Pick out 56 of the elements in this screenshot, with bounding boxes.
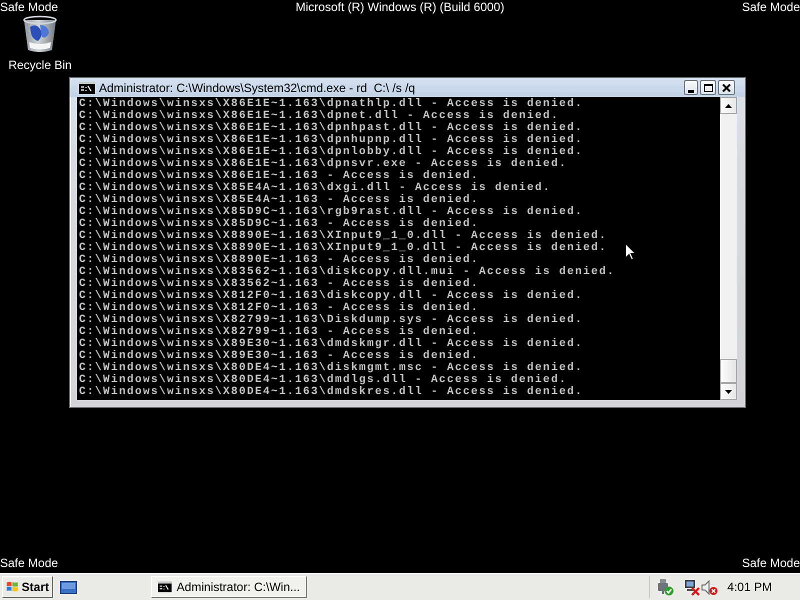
console-line: C:\Windows\winsxs\X86E1E~1.163\dpnlobby.dll - Access is denied.	[78, 146, 584, 158]
mouse-pointer-icon	[625, 243, 636, 261]
console-line: C:\Windows\winsxs\X86E1E~1.163\dpnathlp.dll - Access is denied.	[78, 98, 584, 110]
caret-down-icon	[725, 390, 732, 394]
console-line: C:\Windows\winsxs\X85E4A~1.163 - Access is denied.	[78, 194, 480, 206]
console-line: C:\Windows\winsxs\X8890E~1.163\XInput9_1_0.dll - Access is denied.	[78, 230, 608, 242]
safe-mode-label: Safe Mode	[0, 556, 58, 571]
clock[interactable]: 4:01 PM	[727, 580, 772, 594]
maximize-button[interactable]	[700, 80, 716, 95]
console-line: C:\Windows\winsxs\X86E1E~1.163\dpnhupnp.dll - Access is denied.	[78, 134, 584, 146]
vertical-scrollbar[interactable]	[720, 97, 737, 400]
device-check-icon[interactable]	[656, 578, 674, 596]
console-line: C:\Windows\winsxs\X812F0~1.163\diskcopy.dll - Access is denied.	[78, 290, 584, 302]
console-line: C:\Windows\winsxs\X83562~1.163 - Access is denied.	[78, 278, 480, 290]
console-line: C:\Windows\winsxs\X82799~1.163\Diskdump.sys - Access is denied.	[78, 314, 584, 326]
close-button[interactable]	[718, 80, 735, 95]
recycle-bin-icon[interactable]	[22, 15, 58, 53]
scroll-down-button[interactable]	[720, 383, 737, 400]
console-line: C:\Windows\winsxs\X80DE4~1.163\dmdlgs.dll - Access is denied.	[78, 374, 568, 386]
console-line: C:\Windows\winsxs\X86E1E~1.163\dpnsvr.exe - Access is denied.	[78, 158, 568, 170]
console-line: C:\Windows\winsxs\X83562~1.163\diskcopy.dll.mui - Access is denied.	[78, 266, 616, 278]
speaker-muted-icon[interactable]	[701, 578, 718, 596]
minimize-icon	[688, 90, 694, 92]
title-bar[interactable]: Administrator: C:\Windows\System32\cmd.exe - rd C:\ /s /q	[70, 78, 745, 97]
console-line: C:\Windows\winsxs\X85E4A~1.163\dxgi.dll - Access is denied.	[78, 182, 552, 194]
desktop-icon-label[interactable]: Recycle Bin	[8, 58, 72, 72]
console-icon	[158, 581, 172, 593]
console-line: C:\Windows\winsxs\X89E30~1.163 - Access is denied.	[78, 350, 480, 362]
build-info-label: Microsoft (R) Windows (R) (Build 6000)	[296, 0, 504, 15]
console-line: C:\Windows\winsxs\X812F0~1.163 - Access is denied.	[78, 302, 480, 314]
console-line: C:\Windows\winsxs\X86E1E~1.163 - Access is denied.	[78, 170, 480, 182]
console-icon	[79, 82, 95, 94]
scroll-up-button[interactable]	[720, 97, 737, 114]
window-title: Administrator: C:\Windows\System32\cmd.exe - rd C:\ /s /q	[99, 80, 416, 94]
console-line: C:\Windows\winsxs\X85D9C~1.163 - Access is denied.	[78, 218, 480, 230]
console-line: C:\Windows\winsxs\X8890E~1.163 - Access is denied.	[78, 254, 480, 266]
console-line: C:\Windows\winsxs\X86E1E~1.163\dpnet.dll - Access is denied.	[78, 110, 560, 122]
start-button[interactable]: Start	[2, 576, 53, 598]
network-error-icon[interactable]	[684, 578, 700, 596]
console-line: C:\Windows\winsxs\X8890E~1.163\XInput9_1_0.dll - Access is denied.	[78, 242, 608, 254]
console-line: C:\Windows\winsxs\X80DE4~1.163\dmdskres.dll - Access is denied.	[78, 386, 584, 398]
console-line: C:\Windows\winsxs\X82799~1.163 - Access is denied.	[78, 326, 480, 338]
safe-mode-label: Safe Mode	[742, 556, 800, 571]
safe-mode-label: Safe Mode	[0, 0, 58, 15]
taskbar-button[interactable]: Administrator: C:\Win...	[151, 576, 307, 598]
scrollbar-thumb[interactable]	[720, 359, 737, 383]
close-icon	[722, 84, 731, 92]
caret-up-icon	[725, 104, 732, 108]
console-line: C:\Windows\winsxs\X86E1E~1.163\dpnhpast.dll - Access is denied.	[78, 122, 584, 134]
maximize-icon	[704, 84, 712, 92]
minimize-button[interactable]	[684, 80, 698, 95]
safe-mode-label: Safe Mode	[742, 0, 800, 15]
console-line: C:\Windows\winsxs\X89E30~1.163\dmdskmgr.dll - Access is denied.	[78, 338, 584, 350]
show-desktop-icon[interactable]	[60, 580, 77, 594]
console-line: C:\Windows\winsxs\X85D9C~1.163\rgb9rast.dll - Access is denied.	[78, 206, 584, 218]
console-line: C:\Windows\winsxs\X80DE4~1.163\diskmgmt.msc - Access is denied.	[78, 362, 584, 374]
